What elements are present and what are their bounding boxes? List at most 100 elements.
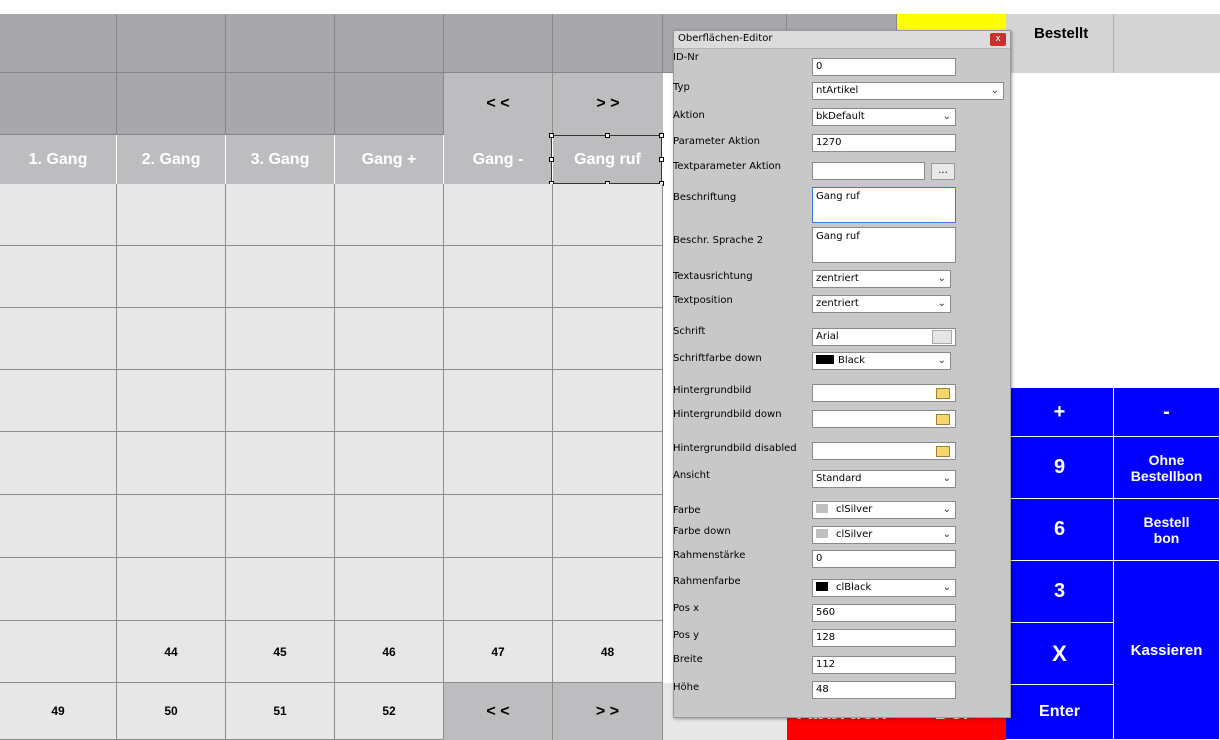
grid-cell[interactable] — [0, 14, 117, 73]
grid-cell[interactable] — [117, 558, 226, 621]
grid-cell[interactable] — [0, 432, 117, 495]
resize-handle[interactable] — [549, 157, 554, 162]
grid-cell[interactable] — [0, 621, 117, 683]
grid-cell[interactable] — [0, 246, 117, 308]
grid-cell[interactable] — [226, 370, 335, 432]
grid-cell[interactable] — [335, 184, 444, 246]
grid-cell[interactable] — [226, 495, 335, 558]
grid-cell[interactable] — [335, 246, 444, 308]
grid-cell[interactable] — [117, 184, 226, 246]
grid-cell[interactable] — [553, 308, 663, 370]
course-2-button[interactable]: 2. Gang — [117, 135, 226, 184]
bestellt-button[interactable]: Bestellt — [1006, 14, 1114, 73]
browse-button[interactable]: ... — [931, 163, 955, 180]
nine-button[interactable]: 9 — [1006, 437, 1114, 499]
grid-cell[interactable] — [0, 73, 117, 135]
kassieren-button[interactable]: Kassieren — [1114, 561, 1220, 740]
grid-cell[interactable] — [553, 184, 663, 246]
ohne-bestellbon-button[interactable]: Ohne Bestellbon — [1114, 437, 1220, 499]
id-field[interactable]: 0 — [812, 58, 956, 76]
parameter-aktion-field[interactable]: 1270 — [812, 134, 956, 152]
grid-cell[interactable] — [226, 558, 335, 621]
grid-cell[interactable] — [444, 558, 553, 621]
grid-cell[interactable] — [117, 432, 226, 495]
table-number-button[interactable]: 52 — [335, 683, 444, 740]
textausrichtung-select[interactable]: zentriert ⌄ — [812, 270, 951, 288]
textparameter-aktion-field[interactable] — [812, 162, 925, 180]
enter-button[interactable]: Enter — [1006, 685, 1114, 740]
bottom-page-next-button[interactable]: > > — [553, 683, 663, 740]
grid-cell[interactable] — [226, 432, 335, 495]
table-number-button[interactable]: 50 — [117, 683, 226, 740]
beschriftung-field[interactable]: Gang ruf — [812, 187, 956, 223]
course-minus-button[interactable]: Gang - — [444, 135, 553, 184]
grid-cell[interactable] — [117, 246, 226, 308]
bottom-page-prev-button[interactable]: < < — [444, 683, 553, 740]
folder-icon[interactable] — [936, 414, 950, 425]
grid-cell[interactable] — [335, 495, 444, 558]
hoehe-field[interactable]: 48 — [812, 681, 956, 699]
table-number-button[interactable]: 49 — [0, 683, 117, 740]
grid-cell[interactable] — [553, 432, 663, 495]
pos-y-field[interactable]: 128 — [812, 629, 956, 647]
grid-cell[interactable] — [444, 14, 553, 73]
table-number-button[interactable]: 44 — [117, 621, 226, 683]
grid-cell[interactable] — [226, 246, 335, 308]
grid-cell[interactable] — [117, 495, 226, 558]
minus-button[interactable]: - — [1114, 388, 1220, 437]
grid-cell[interactable] — [1114, 14, 1220, 73]
grid-cell[interactable] — [117, 370, 226, 432]
grid-cell[interactable] — [0, 495, 117, 558]
hintergrundbild-disabled-field[interactable] — [812, 442, 956, 460]
course-1-button[interactable]: 1. Gang — [0, 135, 117, 184]
x-button[interactable]: X — [1006, 623, 1114, 685]
course-3-button[interactable]: 3. Gang — [226, 135, 335, 184]
grid-cell[interactable] — [335, 370, 444, 432]
resize-handle[interactable] — [659, 133, 664, 138]
dialog-titlebar[interactable]: Oberflächen-Editor x — [674, 31, 1010, 49]
table-number-button[interactable]: 47 — [444, 621, 553, 683]
resize-handle[interactable] — [605, 133, 610, 138]
grid-cell[interactable] — [335, 308, 444, 370]
grid-cell[interactable] — [553, 246, 663, 308]
page-next-button[interactable]: > > — [553, 73, 663, 135]
grid-cell[interactable] — [226, 184, 335, 246]
grid-cell[interactable] — [226, 73, 335, 135]
grid-cell[interactable] — [444, 495, 553, 558]
resize-handle[interactable] — [549, 133, 554, 138]
grid-cell[interactable] — [226, 14, 335, 73]
ansicht-select[interactable]: Standard ⌄ — [812, 470, 956, 488]
font-picker-button[interactable] — [932, 330, 952, 344]
grid-cell[interactable] — [335, 14, 444, 73]
grid-cell[interactable] — [117, 14, 226, 73]
page-prev-button[interactable]: < < — [444, 73, 553, 135]
grid-cell[interactable] — [444, 246, 553, 308]
folder-icon[interactable] — [936, 446, 950, 457]
grid-cell[interactable] — [0, 558, 117, 621]
grid-cell[interactable] — [444, 370, 553, 432]
grid-cell[interactable] — [335, 558, 444, 621]
breite-field[interactable]: 112 — [812, 656, 956, 674]
grid-cell[interactable] — [226, 308, 335, 370]
table-number-button[interactable]: 46 — [335, 621, 444, 683]
six-button[interactable]: 6 — [1006, 499, 1114, 561]
resize-handle[interactable] — [659, 157, 664, 162]
aktion-select[interactable]: bkDefault ⌄ — [812, 108, 956, 126]
grid-cell[interactable] — [553, 14, 663, 73]
folder-icon[interactable] — [936, 388, 950, 399]
pos-x-field[interactable]: 560 — [812, 604, 956, 622]
grid-cell[interactable] — [117, 308, 226, 370]
close-button[interactable]: x — [990, 33, 1006, 46]
rahmenfarbe-select[interactable]: clBlack ⌄ — [812, 579, 956, 597]
table-number-button[interactable]: 48 — [553, 621, 663, 683]
farbe-select[interactable]: clSilver ⌄ — [812, 501, 956, 519]
grid-cell[interactable] — [117, 73, 226, 135]
beschr-sprache-2-field[interactable]: Gang ruf — [812, 227, 956, 263]
hintergrundbild-down-field[interactable] — [812, 410, 956, 428]
table-number-button[interactable]: 51 — [226, 683, 335, 740]
schriftfarbe-down-select[interactable]: Black ⌄ — [812, 352, 951, 370]
grid-cell[interactable] — [444, 184, 553, 246]
hintergrundbild-field[interactable] — [812, 384, 956, 402]
grid-cell[interactable] — [444, 432, 553, 495]
grid-cell[interactable] — [335, 73, 444, 135]
